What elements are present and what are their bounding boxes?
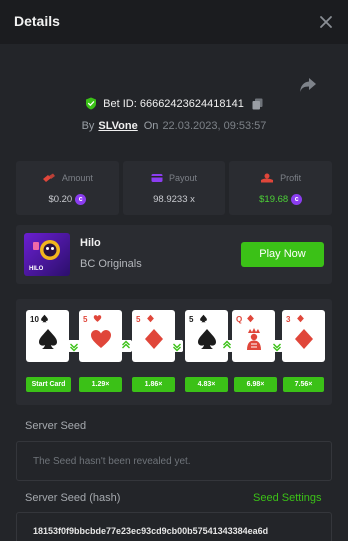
server-seed-hash-label: Server Seed (hash): [25, 492, 121, 504]
queen-figure-icon: [247, 328, 261, 350]
playing-card: 3: [282, 310, 325, 362]
playing-card: 5: [132, 310, 175, 362]
play-now-button[interactable]: Play Now: [241, 242, 324, 267]
heart-icon: [93, 315, 102, 322]
multiplier-tag: 4.83×: [185, 377, 228, 392]
bet-chips-icon: [42, 173, 55, 182]
bet-id: Bet ID: 66662423624418141: [103, 97, 244, 110]
diamond-icon: [147, 314, 154, 323]
on-label: On: [143, 120, 159, 132]
server-seed-placeholder: The Seed hasn't been revealed yet.: [33, 456, 191, 467]
copy-icon[interactable]: [252, 98, 263, 110]
higher-arrow-icon: [221, 340, 233, 352]
playing-card: Q: [232, 310, 275, 362]
stat-label: Payout: [168, 173, 198, 183]
card-rank: 5: [189, 315, 194, 324]
spade-icon: [41, 314, 48, 323]
card-rank: 3: [286, 315, 291, 324]
card-rank: 5: [83, 315, 88, 324]
share-icon[interactable]: [298, 76, 318, 94]
coin-icon: c: [75, 194, 87, 205]
heart-icon: [91, 330, 111, 348]
spade-icon: [198, 329, 216, 349]
bet-id-row: Bet ID: 66662423624418141: [0, 97, 348, 113]
multiplier-tag: 6.98×: [234, 377, 277, 392]
modal-header: Details: [0, 0, 348, 44]
stat-amount: Amount $0.20 c: [16, 161, 119, 215]
stat-value: $19.68: [259, 194, 289, 205]
diamond-icon: [297, 314, 304, 323]
user-link[interactable]: SLVone: [98, 120, 137, 132]
diamond-icon: [247, 314, 254, 323]
multiplier-tag: Start Card: [26, 377, 71, 392]
bet-date: 22.03.2023, 09:53:57: [162, 120, 267, 132]
higher-arrow-icon: [120, 340, 132, 352]
game-thumbnail[interactable]: HILO: [24, 233, 70, 276]
seed-settings-link[interactable]: Seed Settings: [253, 492, 322, 504]
stat-value: $0.20: [48, 194, 73, 205]
lower-arrow-icon: [68, 340, 80, 352]
thumbnail-label: HILO: [29, 266, 44, 272]
lower-arrow-icon: [271, 340, 283, 352]
bet-stats: Amount $0.20 c Payout 98.9233 x Profit $…: [16, 161, 333, 215]
stat-label: Amount: [61, 173, 93, 183]
game-name: Hilo: [80, 237, 101, 249]
playing-card: 5: [79, 310, 122, 362]
server-seed-hash-value: 18153f0f9bbcbde77e23ec93cd9cb00b57541343…: [33, 526, 269, 536]
spade-icon: [200, 314, 207, 323]
stat-payout: Payout 98.9233 x: [122, 161, 226, 215]
server-seed-label: Server Seed: [25, 420, 87, 432]
wallet-icon: [151, 174, 163, 182]
coin-icon: c: [291, 194, 303, 205]
diamond-icon: [145, 329, 163, 349]
server-seed-field: The Seed hasn't been revealed yet.: [16, 441, 332, 481]
game-provider: BC Originals: [80, 258, 142, 270]
multiplier-tag: 1.29×: [79, 377, 122, 392]
card-rank: 10: [30, 315, 39, 324]
close-icon[interactable]: [316, 12, 336, 32]
stat-value: 98.9233 x: [153, 194, 195, 205]
lower-arrow-icon: [171, 340, 183, 352]
playing-card: 5: [185, 310, 228, 362]
by-label: By: [81, 120, 95, 132]
card-rank: Q: [236, 315, 243, 324]
cards-panel: 10 5 5 5 Q 3 Start Card 1.29× 1.86× 4.83…: [16, 299, 332, 405]
bet-byline: By SLVone On 22.03.2023, 09:53:57: [0, 120, 348, 132]
diamond-icon: [295, 329, 313, 349]
multiplier-tag: 7.56×: [283, 377, 324, 392]
game-info: HILO Hilo BC Originals Play Now: [16, 225, 332, 284]
modal-title: Details: [14, 13, 60, 29]
verified-shield-icon: [86, 97, 97, 110]
profit-hand-icon: [261, 173, 274, 183]
multiplier-tag: 1.86×: [132, 377, 175, 392]
server-seed-hash-field[interactable]: 18153f0f9bbcbde77e23ec93cd9cb00b57541343…: [16, 512, 332, 541]
spade-icon: [39, 329, 57, 349]
playing-card: 10: [26, 310, 69, 362]
stat-profit: Profit $19.68 c: [229, 161, 333, 215]
card-rank: 5: [136, 315, 141, 324]
stat-label: Profit: [280, 173, 302, 183]
